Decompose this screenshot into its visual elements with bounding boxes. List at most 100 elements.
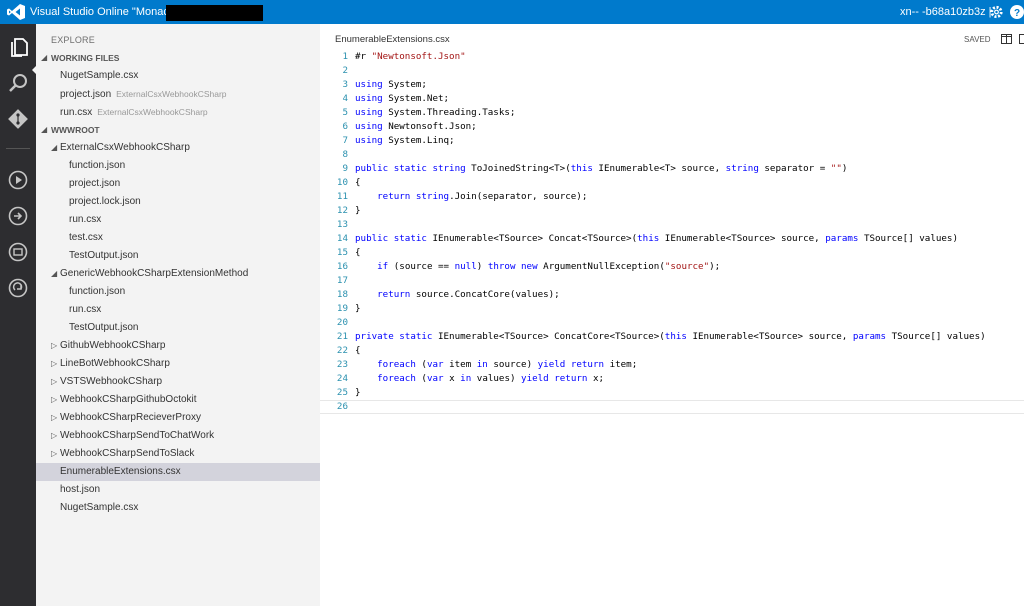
visual-studio-logo-icon (7, 4, 25, 20)
tree-file-item[interactable]: function.json (36, 283, 320, 301)
explorer-sidebar: EXPLORE ◢ WORKING FILES NugetSample.csx … (36, 24, 320, 606)
tree-folder-item[interactable]: ▷ WebhookCSharpSendToChatWork (36, 427, 320, 445)
code-line[interactable]: 12} (320, 204, 1024, 218)
account-name[interactable]: xn-- -b68a10zb3z | (900, 6, 992, 18)
code-line[interactable]: 11 return string.Join(separator, source)… (320, 190, 1024, 204)
code-line[interactable]: 14 public static IEnumerable<TSource> Con… (320, 232, 1024, 246)
working-file-dir: ExternalCsxWebhookCSharp (97, 107, 208, 117)
code-line[interactable]: 21 private static IEnumerable<TSource> Co… (320, 330, 1024, 344)
working-file-name: project.json (60, 89, 112, 100)
tree-folder-item[interactable]: ▷ VSTSWebhookCSharp (36, 373, 320, 391)
tree-file-item[interactable]: TestOutput.json (36, 319, 320, 337)
code-keyword: using (355, 135, 383, 146)
tree-folder-item[interactable]: ◢ ExternalCsxWebhookCSharp (36, 139, 320, 157)
run-icon[interactable] (6, 168, 30, 192)
line-number: 25 (336, 387, 348, 398)
code-token: ) (841, 163, 848, 174)
deploy-icon[interactable] (6, 276, 30, 300)
more-actions-icon[interactable] (1019, 34, 1024, 44)
tree-file-item[interactable]: project.lock.json (36, 193, 320, 211)
wwwroot-header[interactable]: ◢ WWWROOT (36, 121, 320, 139)
code-line[interactable]: 15 { (320, 246, 1024, 260)
git-icon[interactable] (6, 107, 30, 131)
code-line[interactable]: 18 return source.ConcatCore(values); (320, 288, 1024, 302)
code-line[interactable]: 5 using System.Threading.Tasks; (320, 106, 1024, 120)
search-icon[interactable] (6, 71, 30, 95)
tree-folder-item[interactable]: ▷ WebhookCSharpGithubOctokit (36, 391, 320, 409)
code-line[interactable]: 2 (320, 64, 1024, 78)
line-number: 19 (336, 303, 348, 314)
code-line[interactable]: 22 { (320, 344, 1024, 358)
tree-folder-item[interactable]: ◢ GenericWebhookCSharpExtensionMethod (36, 265, 320, 283)
working-files-header[interactable]: ◢ WORKING FILES (36, 49, 320, 67)
code-line[interactable]: 6 using Newtonsoft.Json; (320, 120, 1024, 134)
code-line[interactable]: 8 (320, 148, 1024, 162)
code-line[interactable]: 9 public static string ToJoinedString<T>(… (320, 162, 1024, 176)
code-line[interactable]: 20 (320, 316, 1024, 330)
code-line[interactable]: 10 { (320, 176, 1024, 190)
code-line[interactable]: 17 (320, 274, 1024, 288)
tree-item-label: ExternalCsxWebhookCSharp (60, 142, 190, 153)
tree-item-label: project.json (69, 178, 121, 189)
tree-file-item[interactable]: EnumerableExtensions.csx (36, 463, 320, 481)
code-token: source) (487, 359, 538, 370)
tree-file-item[interactable]: NugetSample.csx (36, 499, 320, 517)
tree-file-item[interactable]: project.json (36, 175, 320, 193)
code-keyword: public static (355, 233, 427, 244)
code-keyword: using (355, 79, 383, 90)
help-icon[interactable]: ? (1010, 5, 1024, 19)
tree-file-item[interactable]: function.json (36, 157, 320, 175)
tree-folder-item[interactable]: ▷ LineBotWebhookCSharp (36, 355, 320, 373)
working-file-item[interactable]: run.csx ExternalCsxWebhookCSharp (36, 103, 320, 121)
files-icon[interactable] (6, 35, 30, 59)
caret-right-icon: ▷ (51, 395, 58, 404)
code-line[interactable]: 23 foreach (var item in source) yield re… (320, 358, 1024, 372)
code-line[interactable]: 25} (320, 386, 1024, 400)
tree-file-item[interactable]: run.csx (36, 211, 320, 229)
code-line[interactable]: 1 #r "Newtonsoft.Json" (320, 50, 1024, 64)
code-line[interactable]: 16 if (source == null) throw new Argumen… (320, 260, 1024, 274)
line-number: 4 (342, 93, 348, 104)
code-keyword: return (377, 289, 411, 300)
output-icon[interactable] (6, 204, 30, 228)
code-text: return string.Join(separator, source); (355, 190, 587, 204)
line-number: 17 (336, 275, 348, 286)
caret-right-icon: ▷ (51, 341, 58, 350)
code-line[interactable]: 19} (320, 302, 1024, 316)
tree-item-label: TestOutput.json (69, 250, 139, 261)
line-number: 7 (342, 135, 348, 146)
code-line[interactable]: 13 (320, 218, 1024, 232)
console-icon[interactable] (6, 240, 30, 264)
code-line[interactable]: 4 using System.Net; (320, 92, 1024, 106)
caret-right-icon: ▷ (51, 431, 58, 440)
tree-item-label: function.json (69, 160, 126, 171)
code-line[interactable]: 24 foreach (var x in values) yield retur… (320, 372, 1024, 386)
gear-icon[interactable] (989, 4, 1004, 20)
editor-tab-title[interactable]: EnumerableExtensions.csx (335, 34, 450, 45)
tree-item-label: WebhookCSharpSendToChatWork (60, 430, 215, 441)
code-token: values) (471, 373, 522, 384)
code-token: System.Linq; (382, 135, 455, 146)
tree-file-item[interactable]: test.csx (36, 229, 320, 247)
working-file-item[interactable]: NugetSample.csx (36, 67, 320, 85)
tree-file-item[interactable]: TestOutput.json (36, 247, 320, 265)
tree-item-label: GenericWebhookCSharpExtensionMethod (60, 268, 249, 279)
code-line[interactable]: 7 using System.Linq; (320, 134, 1024, 148)
caret-right-icon: ▷ (51, 449, 58, 458)
tree-file-item[interactable]: run.csx (36, 301, 320, 319)
working-file-item[interactable]: project.json ExternalCsxWebhookCSharp (36, 85, 320, 103)
split-editor-icon[interactable] (1001, 34, 1012, 44)
caret-right-icon: ▷ (51, 359, 58, 368)
tree-folder-item[interactable]: ▷ WebhookCSharpRecieverProxy (36, 409, 320, 427)
tree-file-item[interactable]: host.json (36, 481, 320, 499)
code-keyword: using (355, 107, 383, 118)
code-token: System.Net; (382, 93, 450, 104)
tree-folder-item[interactable]: ▷ WebhookCSharpSendToSlack (36, 445, 320, 463)
code-line[interactable]: 3 using System; (320, 78, 1024, 92)
working-file-name: NugetSample.csx (60, 70, 139, 81)
line-number: 18 (336, 289, 348, 300)
code-line[interactable]: 26 (320, 400, 1024, 414)
tree-folder-item[interactable]: ▷ GithubWebhookCSharp (36, 337, 320, 355)
